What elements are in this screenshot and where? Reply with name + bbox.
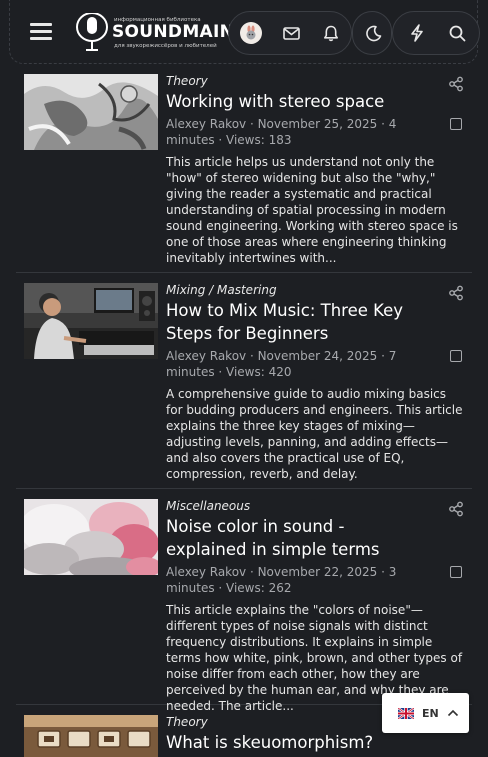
article-thumbnail[interactable] xyxy=(24,74,158,150)
article-description: This article helps us understand not onl… xyxy=(166,155,458,265)
theme-toggle-group xyxy=(352,11,392,55)
user-avatar-button[interactable] xyxy=(231,12,271,54)
bookmark-icon[interactable] xyxy=(450,118,462,130)
bell-icon[interactable] xyxy=(311,12,351,54)
article-body: Theory Working with stereo space Alexey … xyxy=(166,73,464,266)
language-code: EN xyxy=(422,706,439,720)
article-meta: Alexey Rakov · November 22, 2025 · 3 min… xyxy=(166,565,397,595)
article-title[interactable]: Working with stereo space xyxy=(166,90,428,113)
article-card-stereo-space: Theory Working with stereo space Alexey … xyxy=(16,64,472,273)
article-meta: Alexey Rakov · November 25, 2025 · 4 min… xyxy=(166,117,397,147)
site-logo[interactable]: информационная библиотека SOUNDMAIN для … xyxy=(74,13,234,53)
article-category[interactable]: Mixing / Mastering xyxy=(166,282,464,298)
article-title[interactable]: Noise color in sound - explained in simp… xyxy=(166,515,428,561)
bookmark-icon[interactable] xyxy=(450,350,462,362)
tools-group xyxy=(392,11,480,55)
article-description: A comprehensive guide to audio mixing ba… xyxy=(166,387,463,481)
logo-wordmark: SOUNDMAIN xyxy=(112,22,235,42)
bookmark-icon[interactable] xyxy=(450,566,462,578)
chevron-up-icon xyxy=(447,709,458,717)
article-thumbnail[interactable] xyxy=(24,499,158,575)
microphone-logo-icon xyxy=(76,13,108,51)
share-icon[interactable] xyxy=(448,285,464,301)
article-title[interactable]: How to Mix Music: Three Key Steps for Be… xyxy=(166,299,428,345)
logo-tagline-bottom: для звукорежиссёров и любителей xyxy=(114,43,217,49)
user-actions-group xyxy=(228,11,352,55)
article-card-noise-color: Miscellaneous Noise color in sound - exp… xyxy=(16,489,472,713)
article-category[interactable]: Theory xyxy=(166,73,464,89)
site-header: информационная библиотека SOUNDMAIN для … xyxy=(9,0,480,64)
lightning-icon[interactable] xyxy=(397,12,437,54)
article-title[interactable]: What is skeuomorphism? xyxy=(166,731,428,754)
menu-icon[interactable] xyxy=(30,23,52,41)
language-selector[interactable]: EN xyxy=(382,693,469,733)
share-icon[interactable] xyxy=(448,501,464,517)
article-meta: Alexey Rakov · November 24, 2025 · 7 min… xyxy=(166,349,397,379)
mail-icon[interactable] xyxy=(271,12,311,54)
article-body: Mixing / Mastering How to Mix Music: Thr… xyxy=(166,282,464,482)
avatar xyxy=(240,22,262,44)
article-category[interactable]: Miscellaneous xyxy=(166,498,464,514)
article-body: Miscellaneous Noise color in sound - exp… xyxy=(166,498,464,714)
article-thumbnail[interactable] xyxy=(24,715,158,757)
search-icon[interactable] xyxy=(437,12,477,54)
moon-icon[interactable] xyxy=(353,12,393,54)
uk-flag-icon xyxy=(398,707,414,719)
article-thumbnail[interactable] xyxy=(24,283,158,359)
share-icon[interactable] xyxy=(448,76,464,92)
article-card-mix-music: Mixing / Mastering How to Mix Music: Thr… xyxy=(16,273,472,489)
rabbit-avatar-icon xyxy=(246,25,256,40)
